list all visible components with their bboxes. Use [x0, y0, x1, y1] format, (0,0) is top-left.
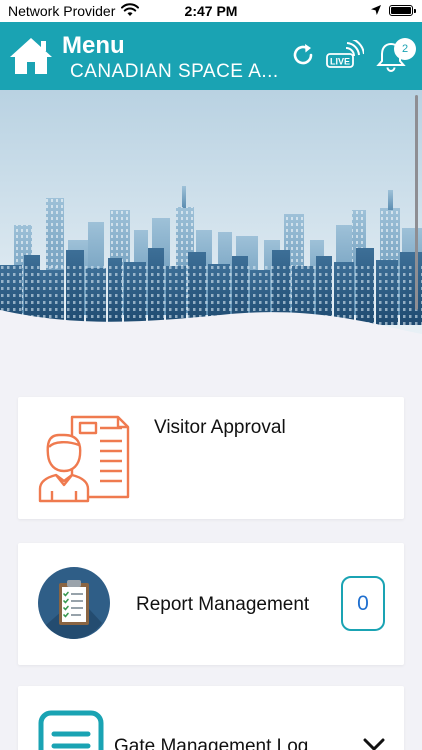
page-title: Menu [62, 32, 125, 59]
menu-item-visitor-approval[interactable]: Visitor Approval [18, 397, 404, 519]
menu-item-report-management[interactable]: Report Management 0 [18, 543, 404, 665]
clipboard-checklist-icon [38, 567, 110, 639]
live-broadcast-icon[interactable]: LIVE [326, 40, 364, 70]
menu-item-gate-management-log[interactable]: Gate Management Log [18, 686, 404, 750]
city-skyline-banner [0, 90, 422, 340]
notification-badge: 2 [394, 38, 416, 60]
app-header: Menu CANADIAN SPACE A... LIVE 2 [0, 22, 422, 90]
menu-item-label: Visitor Approval [154, 417, 286, 438]
menu-item-label: Report Management [136, 594, 310, 615]
clock: 2:47 PM [184, 3, 238, 19]
battery-icon [389, 5, 416, 16]
report-count-badge: 0 [341, 576, 385, 631]
menu-item-label: Gate Management Log [114, 736, 309, 750]
home-icon[interactable] [8, 36, 54, 76]
refresh-icon[interactable] [290, 42, 316, 68]
chevron-down-icon[interactable] [363, 738, 385, 750]
organization-name: CANADIAN SPACE A... [70, 61, 279, 82]
status-bar: Network Provider 2:47 PM [0, 0, 422, 22]
live-label: LIVE [330, 57, 350, 67]
location-arrow-icon [371, 5, 381, 15]
scrollbar[interactable] [415, 95, 418, 310]
visitor-document-icon [38, 415, 130, 503]
list-icon [38, 710, 104, 750]
